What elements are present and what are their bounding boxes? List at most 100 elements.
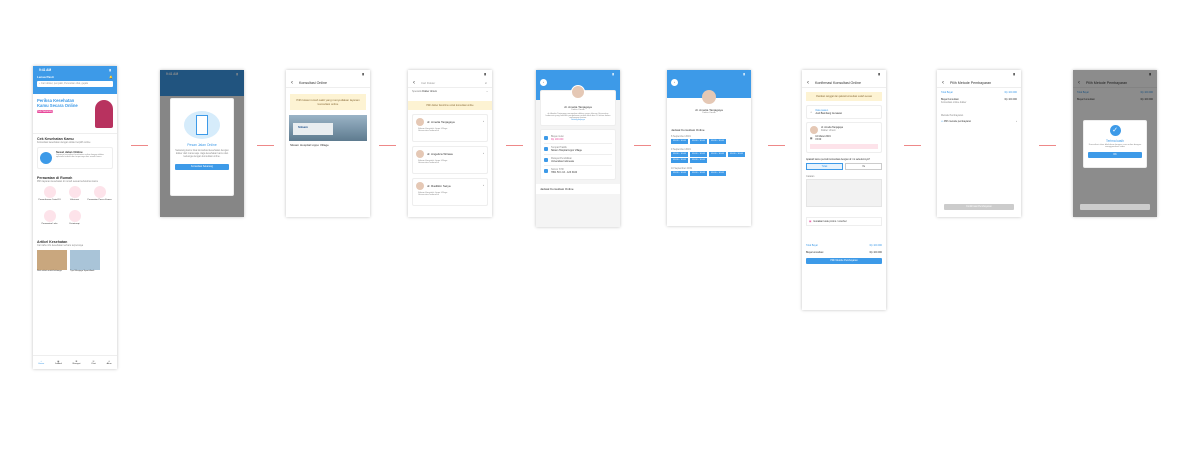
consult-card-desc: Layanan konsultasi kesehatan online deng… — [56, 154, 104, 158]
hero-banner[interactable]: Periksa Kesehatan Kamu Secara Online Cek… — [33, 94, 117, 134]
battery-icon: ▮ — [484, 72, 486, 76]
doctor-avatar — [810, 126, 818, 134]
success-body: Konsultasi akan dilakukan dengan cara on… — [1088, 144, 1142, 148]
time-slot[interactable]: 09:00 - 10:00 — [728, 152, 745, 157]
vaccine-icon — [68, 186, 81, 198]
nav-bar: ‹ Konsultasi Online — [286, 78, 370, 88]
option-no-button[interactable]: Tidak — [806, 163, 843, 170]
tab-label: Riwayat — [72, 363, 81, 365]
search-input[interactable]: Cari Dokter — [421, 81, 479, 85]
success-modal: ✓ Terima kasih Konsultasi akan dilakukan… — [1083, 120, 1147, 168]
search-placeholder: Cari dokter, penyakit, Pencarian obat, g… — [41, 82, 88, 85]
filter-value: Dokter Umum — [422, 90, 437, 93]
specialty-filter[interactable]: Spesialis Dokter Umum ⌄ — [408, 88, 492, 95]
time-slot[interactable]: 09:00 - 10:00 — [690, 158, 707, 163]
place-value: Siloam Hospital Lippo Village — [551, 149, 582, 152]
physio-icon — [68, 210, 81, 222]
service-grid: Pemeriksaan Covid-19 Vaksinasi Perawatan… — [37, 186, 113, 234]
tab-schedule[interactable]: ▦ Jadwal — [55, 360, 62, 365]
service-item[interactable]: Vaksinasi — [62, 186, 87, 210]
promo-row[interactable]: ▣ Gunakan kode promo / voucher — [806, 217, 882, 226]
time-slot[interactable]: 09:00 - 10:00 — [690, 171, 707, 176]
search-icon[interactable]: ⌕ — [485, 81, 487, 85]
time-slot[interactable]: 09:00 - 10:00 — [709, 139, 726, 144]
status-bar: ▮ — [802, 70, 886, 78]
doctor-card[interactable]: dr. Angelica Wirasa Siloam Hospitals Lip… — [412, 146, 488, 174]
doctor-card[interactable]: dr. Amelia Tanjagaya Siloam Hospitals Li… — [412, 114, 488, 142]
option-yes-button[interactable]: Ya — [845, 163, 882, 170]
confirm-payment-button[interactable]: Konfirmasi Pembayaran — [944, 204, 1014, 210]
nav-bar: ‹ Pilih Metode Pembayaran — [937, 78, 1021, 88]
status-bar: ▮ — [286, 70, 370, 78]
time-slot[interactable]: 09:00 - 10:00 — [671, 158, 688, 163]
total-value: Rp 100.000 — [869, 244, 882, 247]
back-circle-icon[interactable]: ‹ — [671, 79, 678, 86]
consult-card[interactable]: Sesat Jalan Online Layanan konsultasi ke… — [37, 147, 113, 169]
tab-chat[interactable]: ✉ Chat — [91, 360, 96, 365]
back-arrow-icon[interactable]: ‹ — [942, 80, 944, 86]
service-label: Fisioterapi — [69, 223, 80, 225]
chevron-right-icon: › — [483, 183, 484, 187]
service-item[interactable]: Perawatan Luka — [37, 210, 62, 234]
back-arrow-icon[interactable]: ‹ — [291, 80, 293, 86]
modal-cta-button[interactable]: Konsultasi Sekarang — [175, 164, 229, 170]
screen-doctor-list: ▮ ‹ Cari Dokter ⌕ Spesialis Dokter Umum ⌄ P… — [408, 70, 492, 217]
time-slot[interactable]: 09:00 - 10:00 — [671, 139, 688, 144]
doctor-avatar — [416, 182, 424, 190]
filter-label: Spesialis — [412, 90, 422, 93]
tab-label: Home — [38, 362, 45, 365]
article-card[interactable]: Tips Menjaga Sport Anak — [70, 250, 100, 272]
tab-history[interactable]: ☰ Riwayat — [73, 360, 81, 365]
battery-icon: ▮ — [109, 68, 111, 72]
search-input[interactable]: ⌕ Cari dokter, penyakit, Pencarian obat,… — [37, 81, 113, 87]
chevron-right-icon: › — [1016, 120, 1017, 123]
confirm-payment-button-dimmed — [1080, 204, 1150, 210]
info-banner: Pilih dokter favoritmu untuk konsultasi … — [408, 101, 492, 110]
payment-method-row[interactable]: ▭ Pilih metode pembayaran › — [941, 120, 1017, 123]
doctor-name: dr. Raditkin Setya — [427, 184, 451, 188]
read-more-link[interactable]: Selengkapnya — [545, 119, 611, 121]
doctor-card[interactable]: dr. Raditkin Setya Siloam Hospitals Lipp… — [412, 178, 488, 206]
bell-icon[interactable]: 🔔 — [109, 75, 113, 79]
service-label: Perawatan Pasca Kamar — [87, 199, 112, 201]
time-slot[interactable]: 09:00 - 10:00 — [671, 171, 688, 176]
edu-value: Universitas Indonesia — [551, 160, 574, 163]
tab-account[interactable]: ☺ Akun — [107, 361, 112, 365]
patient-card[interactable]: ☺ Data pasien Audi Bambang Gunawan — [806, 105, 882, 119]
time-slot[interactable]: 09:00 - 10:00 — [709, 152, 726, 157]
back-circle-icon[interactable]: ‹ — [540, 79, 547, 86]
payment-method-button[interactable]: Pilih Metode Pembayaran — [806, 258, 882, 264]
article-title: Diet sehat untuk keluarga — [37, 270, 62, 272]
card-icon: ▭ — [941, 120, 944, 123]
back-arrow-icon[interactable]: ‹ — [807, 80, 809, 86]
article-image — [37, 250, 67, 270]
time-slot[interactable]: 09:00 - 10:00 — [709, 171, 726, 176]
tab-home[interactable]: ⌂ Home — [38, 361, 44, 365]
page-title: Pilih Metode Pembayaran — [950, 80, 992, 85]
ok-button[interactable]: OK — [1088, 152, 1142, 158]
hero-cta-button[interactable]: Cek Sekarang — [37, 110, 53, 113]
notes-textarea[interactable] — [806, 179, 882, 207]
service-item[interactable]: Perawatan Pasca Kamar — [87, 186, 112, 210]
wound-icon — [43, 210, 56, 222]
voucher-icon: ▣ — [809, 220, 812, 223]
service-item[interactable]: Pemeriksaan Covid-19 — [37, 186, 62, 210]
screen-payment-success: ▮ ‹ Pilih Metode Pembayaran Total Bayar Rp… — [1073, 70, 1157, 217]
change-bar[interactable] — [810, 144, 878, 149]
article-card[interactable]: Diet sehat untuk keluarga — [37, 250, 67, 272]
back-arrow-icon[interactable]: ‹ — [413, 80, 415, 86]
time-slot[interactable]: 09:00 - 10:00 — [690, 139, 707, 144]
tab-label: Jadwal — [55, 363, 62, 365]
total-label: Total Bayar — [941, 91, 953, 94]
user-icon: ☺ — [810, 110, 813, 114]
time-slot[interactable]: 09:00 - 10:00 — [671, 152, 688, 157]
screen-schedule: ▮ ‹ dr. Amelia Tanjagaya Dokter Umum Jadw… — [667, 70, 751, 226]
screen-payment-method: ▮ ‹ Pilih Metode Pembayaran Total Bayar Rp… — [937, 70, 1021, 217]
time-slot[interactable]: 09:00 - 10:00 — [690, 152, 707, 157]
battery-icon: ▮ — [1013, 72, 1015, 76]
doctor-name: dr. Amelia Tanjagaya — [427, 120, 455, 124]
service-item[interactable]: Fisioterapi — [62, 210, 87, 234]
id-card-icon — [544, 169, 548, 173]
money-icon — [544, 136, 548, 140]
hospital-card[interactable]: Siloam Siloam Hospital Lippo Village — [289, 115, 367, 149]
